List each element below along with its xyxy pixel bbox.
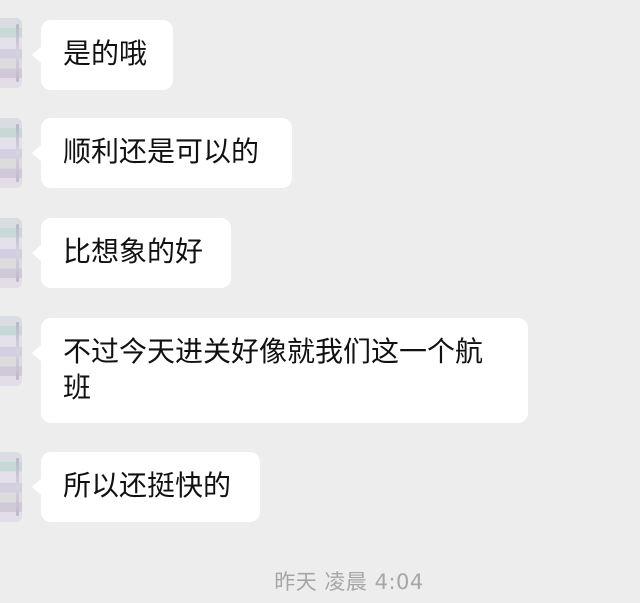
contact-avatar[interactable]: [0, 118, 22, 188]
message-bubble[interactable]: 顺利还是可以的: [32, 118, 292, 188]
contact-avatar[interactable]: [0, 18, 22, 88]
contact-avatar[interactable]: [0, 316, 22, 386]
message-timestamp: 昨天 凌晨 4:04: [0, 566, 640, 596]
message-bubble[interactable]: 不过今天进关好像就我们这一个航 班: [32, 318, 528, 423]
message-bubble[interactable]: 是的哦: [32, 20, 173, 90]
timestamp-text: 昨天 凌晨 4:04: [274, 570, 424, 594]
message-bubble[interactable]: 比想象的好: [32, 218, 231, 288]
contact-avatar[interactable]: [0, 452, 22, 522]
contact-avatar[interactable]: [0, 218, 22, 288]
chat-area: 是的哦 顺利还是可以的 比想象的好 不过今天进关好像就我们这一个航 班 所以还挺…: [0, 0, 640, 603]
message-bubble[interactable]: 所以还挺快的: [32, 452, 260, 522]
